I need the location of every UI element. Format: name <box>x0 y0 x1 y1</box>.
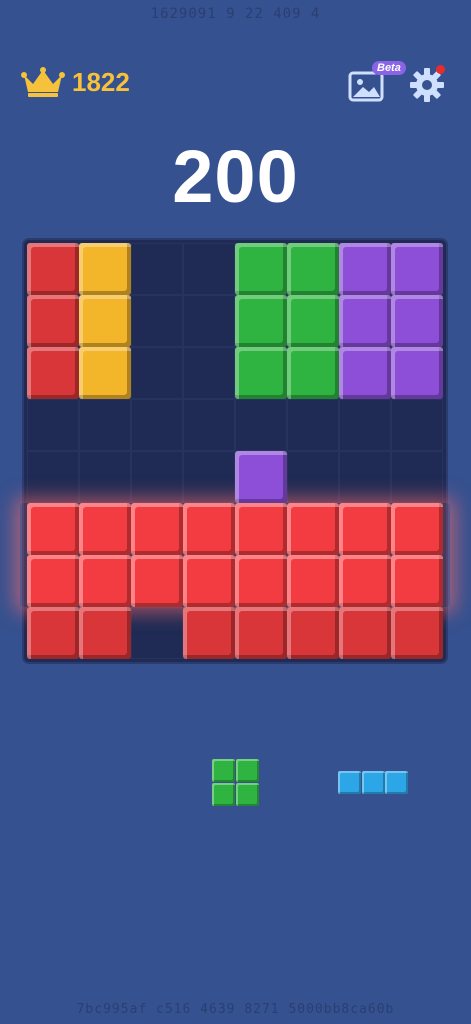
purple-block <box>339 295 391 347</box>
green-block <box>287 347 339 399</box>
board-cell[interactable] <box>391 399 443 451</box>
crown-icon <box>21 67 65 97</box>
board-cell[interactable] <box>131 451 183 503</box>
red-block <box>287 607 339 659</box>
green-mini-block <box>235 759 259 782</box>
board-cell[interactable] <box>131 243 183 295</box>
red-block <box>27 503 79 555</box>
board-cell[interactable] <box>183 295 235 347</box>
red-block <box>27 555 79 607</box>
purple-block <box>391 347 443 399</box>
board-cell[interactable] <box>339 399 391 451</box>
green-block <box>287 243 339 295</box>
settings-button[interactable] <box>408 65 446 104</box>
purple-block <box>339 347 391 399</box>
board-cell[interactable] <box>287 399 339 451</box>
board-cell[interactable] <box>235 399 287 451</box>
red-block <box>79 607 131 659</box>
purple-block <box>339 243 391 295</box>
green-block <box>287 295 339 347</box>
current-score: 200 <box>172 135 299 218</box>
board-cell[interactable] <box>131 399 183 451</box>
red-block <box>339 555 391 607</box>
board-cell[interactable] <box>183 399 235 451</box>
red-block <box>79 503 131 555</box>
cyan-mini-block <box>338 771 361 794</box>
cyan-mini-block <box>361 771 385 794</box>
board-cell[interactable] <box>79 451 131 503</box>
footer-overlay-text: 7bc995af c516 4639 8271 5000bb8ca60b <box>76 1002 395 1017</box>
board-cell[interactable] <box>27 451 79 503</box>
red-block <box>287 503 339 555</box>
top-bar: 1822 Beta <box>0 58 471 106</box>
red-block <box>287 555 339 607</box>
game-board[interactable] <box>20 240 450 662</box>
board-cell[interactable] <box>183 347 235 399</box>
green-mini-block <box>212 759 235 782</box>
green-block <box>235 295 287 347</box>
purple-block <box>391 295 443 347</box>
purple-block <box>391 243 443 295</box>
red-block <box>235 607 287 659</box>
yellow-block <box>79 243 131 295</box>
red-block <box>391 503 443 555</box>
red-block <box>235 555 287 607</box>
cyan-mini-block <box>385 771 408 794</box>
board-cell[interactable] <box>391 451 443 503</box>
red-block <box>391 607 443 659</box>
green-square-piece[interactable] <box>212 759 259 806</box>
board-cell[interactable] <box>183 451 235 503</box>
notification-dot <box>436 65 445 74</box>
red-block <box>183 503 235 555</box>
red-block <box>79 555 131 607</box>
red-block <box>27 295 79 347</box>
yellow-block <box>79 347 131 399</box>
red-block <box>183 607 235 659</box>
best-score-display: 1822 <box>20 66 130 98</box>
yellow-block <box>79 295 131 347</box>
green-block <box>235 243 287 295</box>
board-cell[interactable] <box>339 451 391 503</box>
beta-badge: Beta <box>372 61 406 75</box>
board-cell[interactable] <box>131 295 183 347</box>
green-mini-block <box>235 782 259 806</box>
board-cell[interactable] <box>287 451 339 503</box>
red-block <box>27 243 79 295</box>
red-block <box>131 503 183 555</box>
red-block <box>339 607 391 659</box>
board-cell[interactable] <box>131 607 183 659</box>
status-overlay-text: 1629091 9 22 409 4 <box>150 6 321 22</box>
board-cell[interactable] <box>131 347 183 399</box>
red-block <box>235 503 287 555</box>
theme-button[interactable]: Beta <box>348 61 406 104</box>
cyan-line-piece[interactable] <box>338 771 408 794</box>
green-block <box>235 347 287 399</box>
red-block <box>339 503 391 555</box>
best-score-value: 1822 <box>72 66 130 97</box>
board-cell[interactable] <box>183 243 235 295</box>
board-cell[interactable] <box>79 399 131 451</box>
red-block <box>131 555 183 607</box>
purple-block <box>235 451 287 503</box>
board-cell[interactable] <box>27 399 79 451</box>
image-icon <box>348 71 384 102</box>
green-mini-block <box>212 782 235 806</box>
red-block <box>391 555 443 607</box>
red-block <box>27 347 79 399</box>
red-block <box>183 555 235 607</box>
red-block <box>27 607 79 659</box>
